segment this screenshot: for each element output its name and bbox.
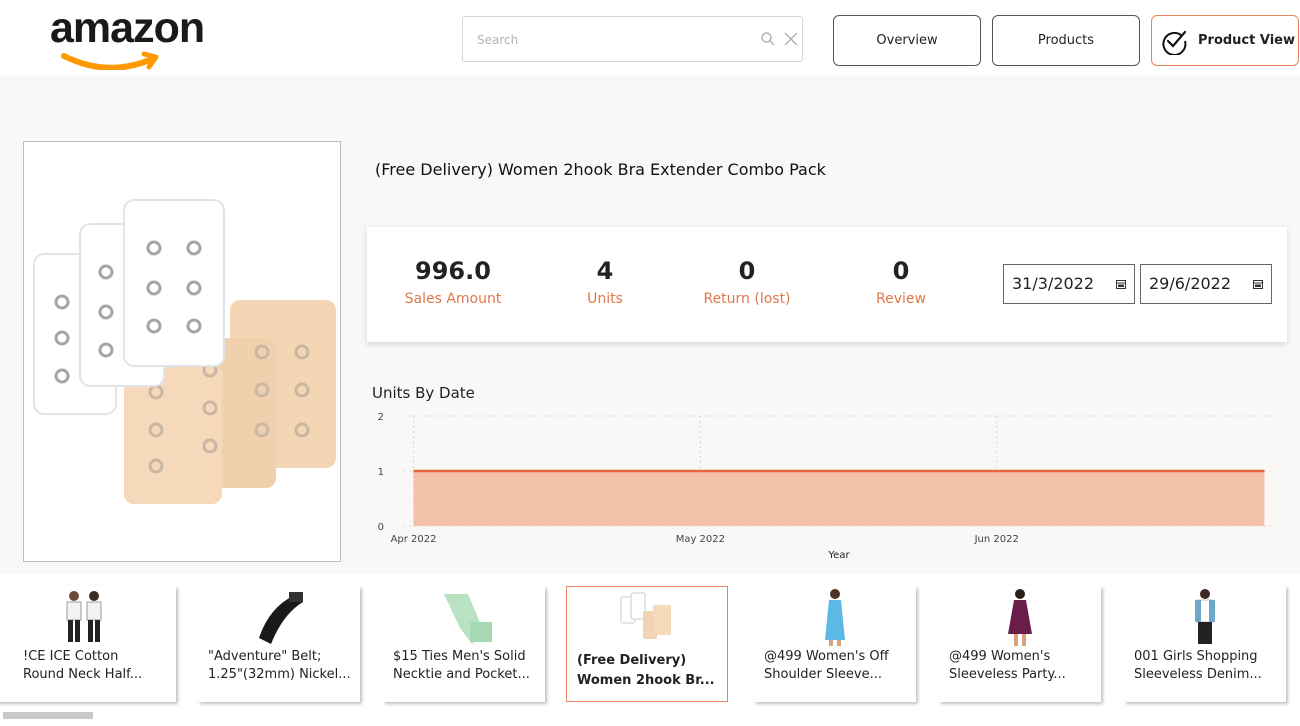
- chart-title: Units By Date: [372, 384, 475, 402]
- start-date-value: 31/3/2022: [1012, 274, 1095, 293]
- product-card-name: @499 Women's Off Shoulder Sleeve...: [764, 648, 912, 684]
- bra-extender-image: [33, 199, 336, 504]
- necktie-icon: [444, 594, 492, 644]
- start-date-field[interactable]: 31/3/2022: [1003, 264, 1135, 304]
- kpi-card: 996.0 Sales Amount 4 Units 0 Return (los…: [367, 227, 1287, 342]
- product-card-name-line: (Free Delivery): [577, 653, 687, 668]
- bra-extender-icon: [620, 592, 671, 639]
- overview-button[interactable]: Overview: [833, 15, 981, 66]
- x-axis-label: Year: [827, 550, 850, 561]
- product-image: [23, 141, 341, 562]
- product-card[interactable]: @499 Women's Sleeveless Party...: [939, 586, 1101, 702]
- product-card-name-line: Necktie and Pocket...: [393, 667, 530, 682]
- y-tick-label: 2: [378, 412, 384, 423]
- product-carousel: !CE ICE Cotton Round Neck Half... "Adventu…: [0, 574, 1300, 726]
- product-detail-panel: (Free Delivery) Women 2hook Bra Extender…: [0, 76, 1300, 574]
- product-card-name-line: "Adventure" Belt;: [208, 649, 322, 664]
- product-card-name-line: Sleeveless Party...: [949, 667, 1066, 682]
- product-card-name: $15 Ties Men's Solid Necktie and Pocket..…: [393, 648, 541, 684]
- product-card[interactable]: @499 Women's Off Shoulder Sleeve...: [754, 586, 916, 702]
- product-card-name: (Free Delivery) Women 2hook Br...: [577, 651, 725, 691]
- product-card-name: @499 Women's Sleeveless Party...: [949, 648, 1097, 684]
- product-card-name-line: @499 Women's: [949, 649, 1051, 664]
- product-card-name: !CE ICE Cotton Round Neck Half...: [23, 648, 171, 684]
- product-card[interactable]: !CE ICE Cotton Round Neck Half...: [0, 586, 176, 702]
- kpi-review: 0 Review: [861, 257, 941, 307]
- products-button[interactable]: Products: [992, 15, 1140, 66]
- kpi-label: Return (lost): [703, 291, 791, 307]
- product-card-name-line: Sleeveless Denim...: [1134, 667, 1262, 682]
- product-card[interactable]: 001 Girls Shopping Sleeveless Denim...: [1124, 586, 1286, 702]
- kpi-label: Sales Amount: [404, 291, 502, 307]
- product-view-button[interactable]: Product View: [1151, 15, 1299, 66]
- denim-vest-icon: [1195, 589, 1215, 644]
- search-icon[interactable]: [760, 31, 776, 47]
- calendar-icon[interactable]: [1116, 279, 1126, 289]
- end-date-value: 29/6/2022: [1149, 274, 1232, 293]
- kpi-value: 0: [738, 257, 756, 285]
- product-card-name: 001 Girls Shopping Sleeveless Denim...: [1134, 648, 1282, 684]
- product-card-name-line: Shoulder Sleeve...: [764, 667, 882, 682]
- product-card[interactable]: (Free Delivery) Women 2hook Br...: [566, 586, 728, 702]
- y-tick-label: 1: [378, 467, 384, 478]
- close-icon[interactable]: [783, 31, 799, 47]
- overview-button-label: Overview: [876, 33, 938, 48]
- product-card-name-line: 001 Girls Shopping: [1134, 649, 1258, 664]
- kpi-returns: 0 Return (lost): [697, 257, 797, 307]
- product-card-name-line: $15 Ties Men's Solid: [393, 649, 526, 664]
- product-card-name-line: 1.25"(32mm) Nickel...: [208, 667, 351, 682]
- purple-dress-icon: [1008, 589, 1032, 646]
- search-box: [462, 16, 803, 62]
- x-tick-label: Jun 2022: [974, 534, 1019, 545]
- kpi-value: 0: [892, 257, 910, 285]
- y-tick-label: 0: [378, 522, 384, 533]
- series-area: [413, 471, 1265, 526]
- product-card-name-line: Women 2hook Br...: [577, 673, 715, 688]
- units-by-date-chart: 0 1 2 Apr 2022 May 2022 Jun 2022 Year: [378, 412, 1274, 561]
- product-view-button-label: Product View: [1198, 33, 1295, 48]
- calendar-icon[interactable]: [1253, 279, 1263, 289]
- kpi-value: 996.0: [415, 257, 491, 285]
- product-title: (Free Delivery) Women 2hook Bra Extender…: [375, 160, 826, 179]
- kpi-units: 4 Units: [567, 257, 643, 307]
- kids-tshirt-icon: [66, 591, 102, 642]
- x-tick-label: May 2022: [676, 534, 725, 545]
- belt-icon: [259, 592, 303, 644]
- blue-dress-icon: [825, 589, 845, 646]
- product-card-name-line: !CE ICE Cotton: [23, 649, 119, 664]
- check-circle-icon: [1162, 30, 1187, 55]
- product-card[interactable]: $15 Ties Men's Solid Necktie and Pocket..…: [383, 586, 545, 702]
- kpi-value: 4: [596, 257, 614, 285]
- x-tick-label: Apr 2022: [391, 534, 437, 545]
- kpi-label: Units: [587, 291, 623, 307]
- product-card[interactable]: "Adventure" Belt; 1.25"(32mm) Nickel...: [198, 586, 360, 702]
- end-date-field[interactable]: 29/6/2022: [1140, 264, 1272, 304]
- product-card-name-line: Round Neck Half...: [23, 667, 143, 682]
- kpi-sales-amount: 996.0 Sales Amount: [397, 257, 509, 307]
- product-card-name: "Adventure" Belt; 1.25"(32mm) Nickel...: [208, 648, 356, 684]
- amazon-logo[interactable]: amazon: [48, 4, 218, 70]
- top-header: amazon Overview Products Product View: [0, 0, 1300, 76]
- product-card-name-line: @499 Women's Off: [764, 649, 889, 664]
- search-input[interactable]: [477, 29, 747, 51]
- kpi-label: Review: [876, 291, 926, 307]
- products-button-label: Products: [1037, 33, 1095, 48]
- horizontal-scrollbar[interactable]: [3, 712, 93, 719]
- logo-smile-icon: [61, 51, 159, 70]
